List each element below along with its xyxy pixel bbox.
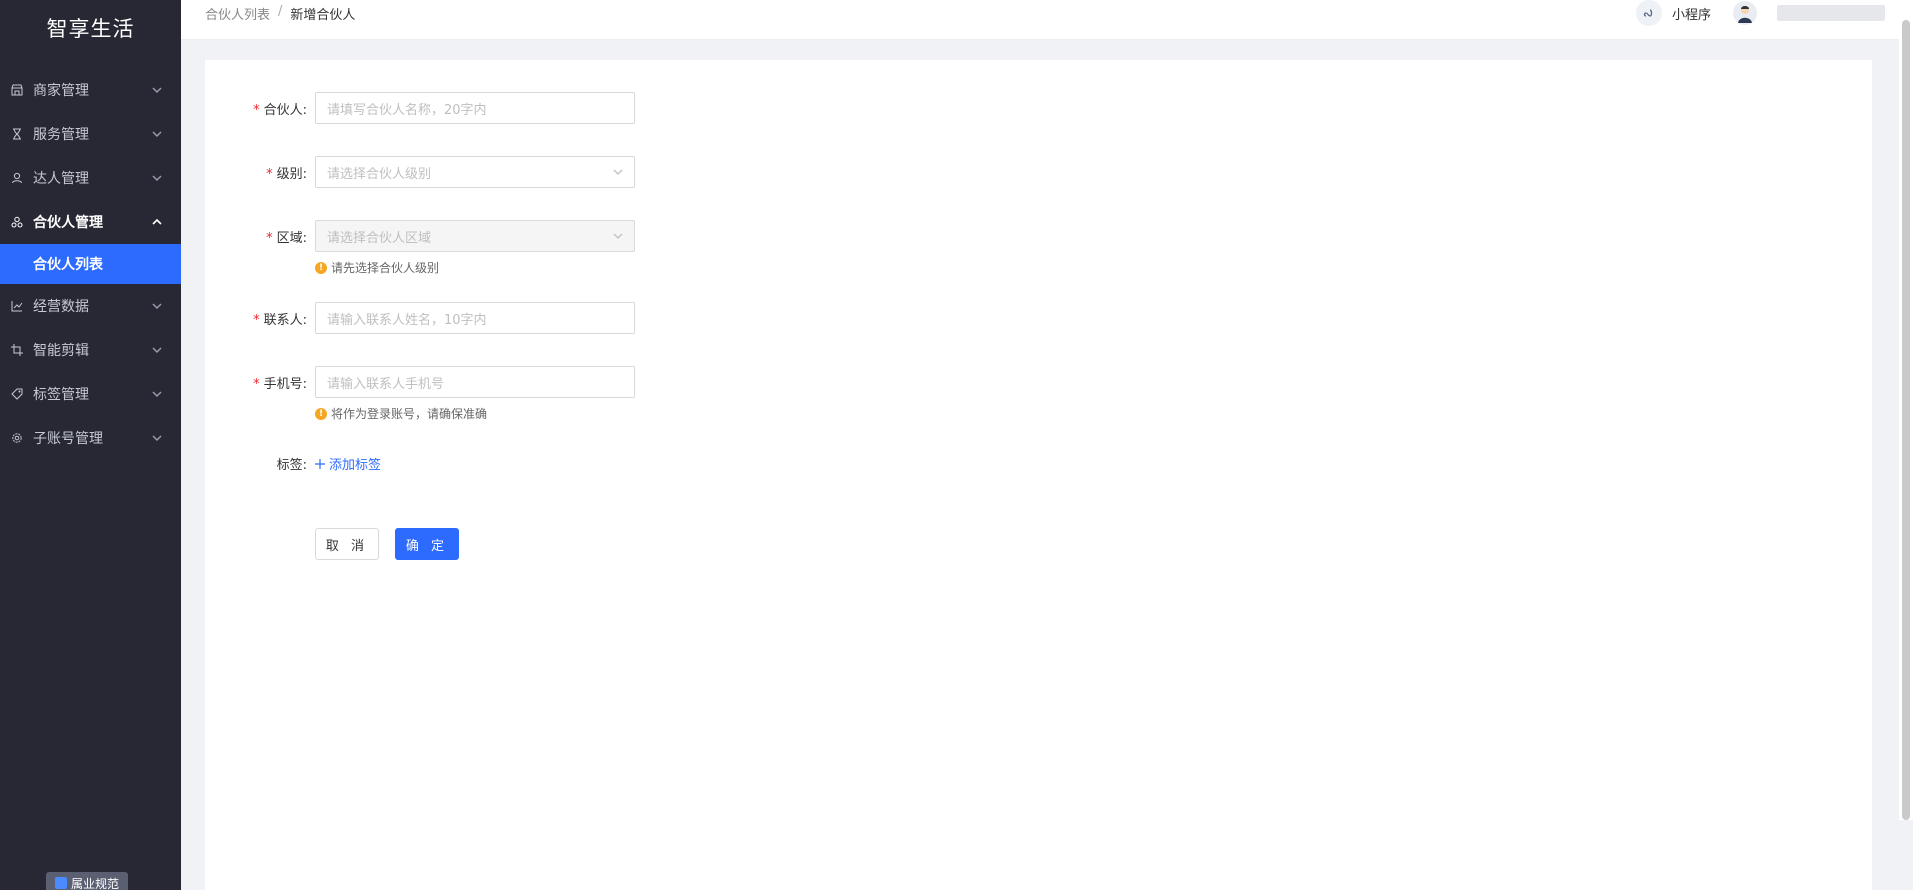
chevron-down-icon: [151, 172, 163, 184]
breadcrumb-separator: /: [278, 4, 283, 19]
chevron-up-icon: [151, 216, 163, 228]
miniprogram-icon[interactable]: [1635, 0, 1662, 26]
sidebar-item-influencer[interactable]: 达人管理: [0, 156, 181, 200]
sidebar-item-smart-edit[interactable]: 智能剪辑: [0, 328, 181, 372]
partner-name-input[interactable]: 请填写合伙人名称，20字内: [315, 92, 635, 124]
chevron-down-icon: [151, 344, 163, 356]
sidebar-item-label: 商家管理: [33, 83, 89, 99]
sidebar-item-label: 经营数据: [33, 299, 89, 315]
spec-badge[interactable]: 属业规范: [46, 872, 128, 890]
sidebar-item-label: 合伙人管理: [33, 215, 103, 231]
chevron-down-icon: [151, 128, 163, 140]
tag-icon: [10, 387, 24, 401]
sidebar-item-partner[interactable]: 合伙人管理: [0, 200, 181, 244]
tags-row: 标签: 添加标签: [205, 454, 381, 473]
warning-icon: !: [315, 407, 327, 420]
sidebar-item-service[interactable]: 服务管理: [0, 112, 181, 156]
partner-row: * 合伙人: 请填写合伙人名称，20字内: [205, 92, 635, 124]
store-icon: [10, 83, 24, 97]
warning-icon: !: [315, 261, 327, 274]
sidebar-item-tags[interactable]: 标签管理: [0, 372, 181, 416]
phone-label: * 手机号:: [253, 376, 307, 392]
hourglass-icon: [10, 127, 24, 141]
sidebar-menu: 商家管理 服务管理 达人管理 合伙人管理 合伙人列表 经营数据 智能剪辑 标签管…: [0, 68, 181, 460]
miniprogram-link[interactable]: 小程序: [1672, 4, 1711, 23]
chevron-down-icon: [612, 166, 624, 178]
sidebar-item-label: 标签管理: [33, 387, 89, 403]
level-select[interactable]: 请选择合伙人级别: [315, 156, 635, 188]
header-actions: 小程序: [1635, 0, 1885, 26]
sidebar-item-merchant[interactable]: 商家管理: [0, 68, 181, 112]
chart-icon: [10, 299, 24, 313]
contact-label: * 联系人:: [253, 312, 307, 328]
level-row: * 级别: 请选择合伙人级别: [205, 156, 635, 188]
chevron-down-icon: [151, 388, 163, 400]
spec-badge-label: 属业规范: [70, 876, 119, 890]
chevron-down-icon: [151, 84, 163, 96]
form-card: * 合伙人: 请填写合伙人名称，20字内 * 级别: 请选择合伙人级别 * 区域: 请…: [205, 60, 1872, 890]
sidebar-item-business-data[interactable]: 经营数据: [0, 284, 181, 328]
sidebar-item-label: 智能剪辑: [33, 343, 89, 359]
phone-hint: ! 将作为登录账号，请确保准确: [315, 405, 487, 422]
breadcrumb-current: 新增合伙人: [290, 8, 356, 23]
partner-submenu: 合伙人列表: [0, 244, 181, 284]
crop-icon: [10, 343, 24, 357]
level-label: * 级别:: [266, 166, 307, 182]
chevron-down-icon: [151, 300, 163, 312]
contact-name-input[interactable]: 请输入联系人姓名，10字内: [315, 302, 635, 334]
region-select[interactable]: 请选择合伙人区域: [315, 220, 635, 252]
partner-icon: [10, 215, 24, 229]
sidebar-item-label: 子账号管理: [33, 431, 103, 447]
sidebar-item-partner-list[interactable]: 合伙人列表: [0, 244, 181, 284]
contact-row: * 联系人: 请输入联系人姓名，10字内: [205, 302, 635, 334]
phone-row: * 手机号: 请输入联系人手机号: [205, 366, 635, 398]
add-tag-button[interactable]: 添加标签: [315, 454, 381, 473]
top-header: 合伙人列表 / 新增合伙人 小程序: [181, 0, 1913, 40]
sidebar: 智享生活 商家管理 服务管理 达人管理 合伙人管理 合伙人列表 经营数据 智能剪…: [0, 0, 181, 890]
breadcrumb-parent[interactable]: 合伙人列表: [205, 4, 270, 23]
breadcrumb: 合伙人列表 / 新增合伙人: [205, 4, 355, 23]
phone-input[interactable]: 请输入联系人手机号: [315, 366, 635, 398]
partner-label: * 合伙人:: [253, 102, 307, 118]
region-label: * 区域:: [266, 230, 307, 246]
cancel-button[interactable]: 取 消: [315, 528, 379, 560]
region-row: * 区域: 请选择合伙人区域: [205, 220, 635, 252]
tags-label: 标签:: [276, 458, 307, 473]
gear-icon: [10, 431, 24, 445]
plus-icon: [315, 458, 325, 469]
user-icon: [10, 171, 24, 185]
chevron-down-icon: [612, 230, 624, 242]
document-icon: [54, 877, 67, 889]
region-hint: ! 请先选择合伙人级别: [315, 259, 439, 276]
sidebar-item-label: 达人管理: [33, 171, 89, 187]
sidebar-item-sub-accounts[interactable]: 子账号管理: [0, 416, 181, 460]
chevron-down-icon: [151, 432, 163, 444]
app-logo: 智享生活: [46, 17, 135, 41]
avatar[interactable]: [1733, 1, 1757, 25]
user-name-redacted[interactable]: [1777, 5, 1885, 21]
confirm-button[interactable]: 确 定: [395, 528, 459, 560]
page-scrollbar[interactable]: [1899, 20, 1913, 820]
sidebar-item-label: 服务管理: [33, 127, 89, 143]
scrollbar-thumb[interactable]: [1902, 20, 1910, 820]
